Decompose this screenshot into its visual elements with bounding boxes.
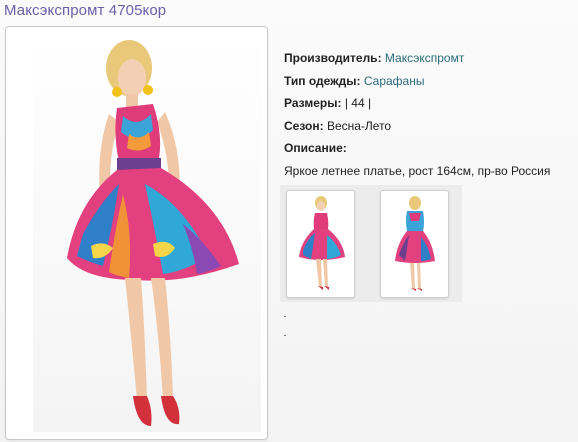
sizes-row: Размеры: | 44 | xyxy=(284,92,550,115)
main-product-photo[interactable] xyxy=(5,26,268,440)
separator-dot xyxy=(284,316,286,317)
manufacturer-link[interactable]: Максэкспромт xyxy=(385,51,464,65)
dress-model-image xyxy=(33,34,261,432)
product-details: Производитель: Максэкспромт Тип одежды: … xyxy=(284,47,550,182)
sizes-value: | 44 | xyxy=(344,96,372,110)
thumbnail-back-image xyxy=(381,191,448,297)
description-label: Описание: xyxy=(284,141,347,155)
thumbnail-back[interactable] xyxy=(380,190,449,298)
description-text: Яркое летнее платье, рост 164см, пр-во Р… xyxy=(284,163,551,178)
description-label-row: Описание: xyxy=(284,137,550,160)
manufacturer-label: Производитель: xyxy=(284,51,382,65)
clothing-type-link[interactable]: Сарафаны xyxy=(364,74,425,88)
product-title: Максэкспромт 4705кор xyxy=(4,2,167,19)
separator-dot xyxy=(284,335,286,336)
season-value: Весна-Лето xyxy=(326,118,392,133)
thumbnail-front-image xyxy=(287,191,354,297)
clothing-type-row: Тип одежды: Сарафаны xyxy=(284,70,550,93)
manufacturer-row: Производитель: Максэкспромт xyxy=(284,47,550,70)
clothing-type-label: Тип одежды: xyxy=(284,73,361,88)
thumbnail-gallery xyxy=(280,185,462,302)
season-label: Сезон: xyxy=(284,118,324,133)
season-row: Сезон: Весна-Лето xyxy=(284,115,550,138)
sizes-label: Размеры: xyxy=(284,96,342,110)
thumbnail-front[interactable] xyxy=(286,190,355,298)
